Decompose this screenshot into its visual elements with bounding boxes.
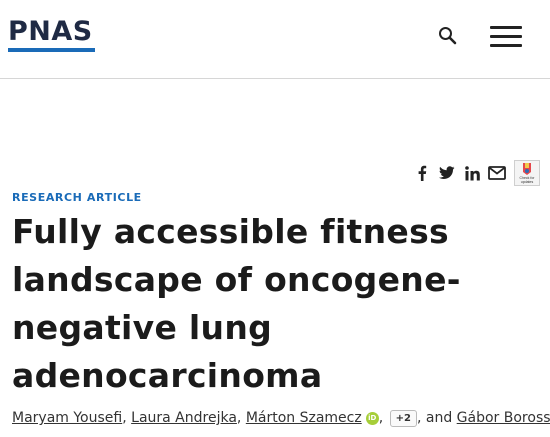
facebook-share-button[interactable] [412,163,432,183]
author-link[interactable]: Márton Szamecz [246,410,362,426]
author-separator: , [236,410,246,426]
check-for-updates-badge[interactable]: Check for updates [514,160,540,186]
twitter-icon [439,166,455,179]
hamburger-line [490,35,522,38]
orcid-icon[interactable]: iD [365,412,379,425]
crossmark-icon [523,163,531,175]
hamburger-line [490,44,522,47]
crossmark-label: Check for updates [519,176,535,184]
expand-authors-button[interactable]: +2 [389,410,417,427]
site-header: PNAS [0,0,550,79]
author-link[interactable]: Laura Andrejka [131,410,237,426]
author-separator: , [122,410,132,426]
email-share-button[interactable] [487,163,507,183]
author-separator: , [378,410,388,426]
share-toolbar: Check for updates [412,160,540,186]
pnas-logo[interactable]: PNAS [8,17,95,53]
article-type-label: RESEARCH ARTICLE [12,191,142,204]
logo-text: PNAS [8,16,93,47]
author-list: Maryam Yousefi, Laura Andrejka, Márton S… [12,410,550,427]
email-icon [488,166,506,180]
author-link[interactable]: Maryam Yousefi [12,410,122,426]
menu-button[interactable] [490,24,522,48]
facebook-icon [418,165,427,181]
search-icon [439,27,457,45]
article-title: Fully accessible fitness landscape of on… [12,212,461,395]
twitter-share-button[interactable] [437,163,457,183]
hamburger-menu-icon [490,26,522,29]
logo-underline [8,48,95,52]
search-button[interactable] [436,24,460,48]
author-link[interactable]: Gábor Boross [457,410,550,426]
linkedin-share-button[interactable] [462,163,482,183]
author-and-text: , and [416,410,457,426]
linkedin-icon [464,165,480,180]
